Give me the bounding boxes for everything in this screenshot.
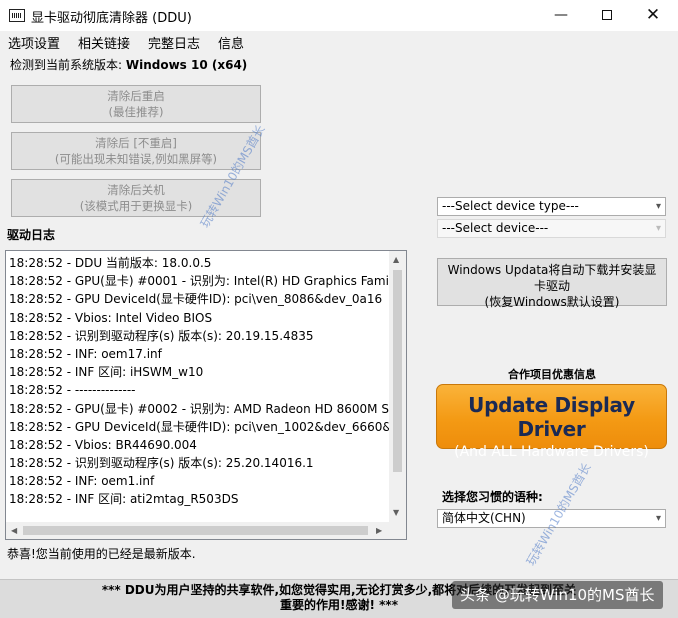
log-line: 18:28:52 - INF 区间: iHSWM_w10 <box>9 365 204 380</box>
menu-bar: 选项设置 相关链接 完整日志 信息 <box>0 31 678 52</box>
scroll-down-icon[interactable]: ▼ <box>393 508 399 517</box>
minimize-button[interactable]: — <box>538 0 584 31</box>
log-line: 18:28:52 - -------------- <box>9 383 136 398</box>
log-listbox[interactable]: 18:28:52 - DDU 当前版本: 18.0.0.5 18:28:52 - … <box>5 250 407 540</box>
log-title: 驱动日志 <box>7 228 56 242</box>
windows-update-line3: (恢复Windows默认设置) <box>484 295 620 309</box>
os-info: 检测到当前系统版本: Windows 10 (x64) <box>10 56 247 73</box>
log-line: 18:28:52 - DDU 当前版本: 18.0.0.5 <box>9 256 212 270</box>
log-horizontal-scrollbar[interactable]: ◀ ▶ <box>6 522 391 539</box>
log-line: 18:28:52 - GPU DeviceId(显卡硬件ID): pci\ven… <box>9 419 391 434</box>
chevron-down-icon: ▾ <box>655 513 661 524</box>
log-vertical-scrollbar[interactable]: ▲ ▼ <box>389 251 406 522</box>
chevron-down-icon: ▾ <box>655 201 661 212</box>
log-line: 18:28:52 - Vbios: Intel Video BIOS <box>9 310 213 325</box>
scroll-corner <box>389 522 406 539</box>
clean-no-restart-hint: (可能出现未知错误,例如黑屏等) <box>54 152 218 166</box>
log-line: 18:28:52 - GPU DeviceId(显卡硬件ID): pci\ven… <box>9 292 383 307</box>
device-value: ---Select device--- <box>442 221 549 235</box>
ad-sub-text: (And ALL Hardware Drivers) <box>454 444 649 460</box>
status-text: 恭喜!您当前使用的已经是最新版本. <box>7 547 196 561</box>
clean-restart-button[interactable]: 清除后重启 (最佳推荐) <box>11 85 261 123</box>
partner-title: 合作项目优惠信息 <box>508 368 596 381</box>
os-info-label: 检测到当前系统版本: <box>10 58 126 72</box>
menu-info[interactable]: 信息 <box>218 33 244 52</box>
log-vertical-thumb[interactable] <box>393 270 402 472</box>
chevron-down-icon: ▾ <box>655 223 661 234</box>
maximize-button[interactable] <box>584 0 630 31</box>
menu-links[interactable]: 相关链接 <box>78 33 130 52</box>
windows-update-button[interactable]: Windows Updata将自动下载并安装显 卡驱动 (恢复Windows默认… <box>437 258 667 309</box>
clean-restart-label: 清除后重启 <box>107 89 165 103</box>
app-icon <box>9 9 25 22</box>
scroll-up-icon[interactable]: ▲ <box>393 255 399 264</box>
close-button[interactable]: ✕ <box>630 0 676 31</box>
windows-update-line1: Windows Updata将自动下载并安装显 <box>447 263 657 277</box>
log-line: 18:28:52 - GPU(显卡) #0001 - 识别为: Intel(R)… <box>9 274 391 289</box>
log-line: 18:28:52 - GPU(显卡) #0002 - 识别为: AMD Rade… <box>9 401 391 416</box>
clean-no-restart-button[interactable]: 清除后 [不重启] (可能出现未知错误,例如黑屏等) <box>11 132 261 170</box>
log-line: 18:28:52 - 识别到驱动程序(s) 版本(s): 25.20.14016… <box>9 456 314 471</box>
scroll-right-icon[interactable]: ▶ <box>376 526 382 535</box>
os-info-value: Windows 10 (x64) <box>125 58 248 72</box>
device-select[interactable]: ---Select device--- ▾ <box>437 219 666 238</box>
device-type-value: ---Select device type--- <box>442 199 579 213</box>
clean-no-restart-label: 清除后 [不重启] <box>95 136 177 150</box>
device-type-select[interactable]: ---Select device type--- ▾ <box>437 197 666 216</box>
log-lines: 18:28:52 - DDU 当前版本: 18.0.0.5 18:28:52 - … <box>9 254 391 522</box>
menu-full-log[interactable]: 完整日志 <box>148 33 200 52</box>
clean-restart-hint: (最佳推荐) <box>108 105 164 119</box>
windows-update-line2: 卡驱动 <box>533 279 570 293</box>
title-bar: 显卡驱动彻底清除器 (DDU) — ✕ <box>0 0 678 31</box>
scroll-left-icon[interactable]: ◀ <box>11 526 17 535</box>
log-line: 18:28:52 - Vbios: BR44690.004 <box>9 437 197 452</box>
ad-main-text: Update Display Driver <box>468 393 635 441</box>
maximize-icon <box>602 10 612 20</box>
menu-options[interactable]: 选项设置 <box>8 33 60 52</box>
watermark-corner: 头条 @玩转Win10的MS酋长 <box>452 581 663 609</box>
language-value: 简体中文(CHN) <box>442 511 526 525</box>
log-line: 18:28:52 - INF: oem1.inf <box>9 474 155 489</box>
window-title: 显卡驱动彻底清除器 (DDU) <box>31 11 192 26</box>
log-horizontal-thumb[interactable] <box>23 526 368 535</box>
log-line: 18:28:52 - INF: oem17.inf <box>9 346 162 361</box>
language-label: 选择您习惯的语种: <box>442 490 543 504</box>
log-line: 18:28:52 - INF 区间: ati2mtag_R503DS <box>9 492 239 507</box>
log-line: 18:28:52 - 识别到驱动程序(s) 版本(s): 20.19.15.48… <box>9 328 314 343</box>
update-driver-ad-button[interactable]: Update Display Driver (And ALL Hardware … <box>436 384 667 460</box>
